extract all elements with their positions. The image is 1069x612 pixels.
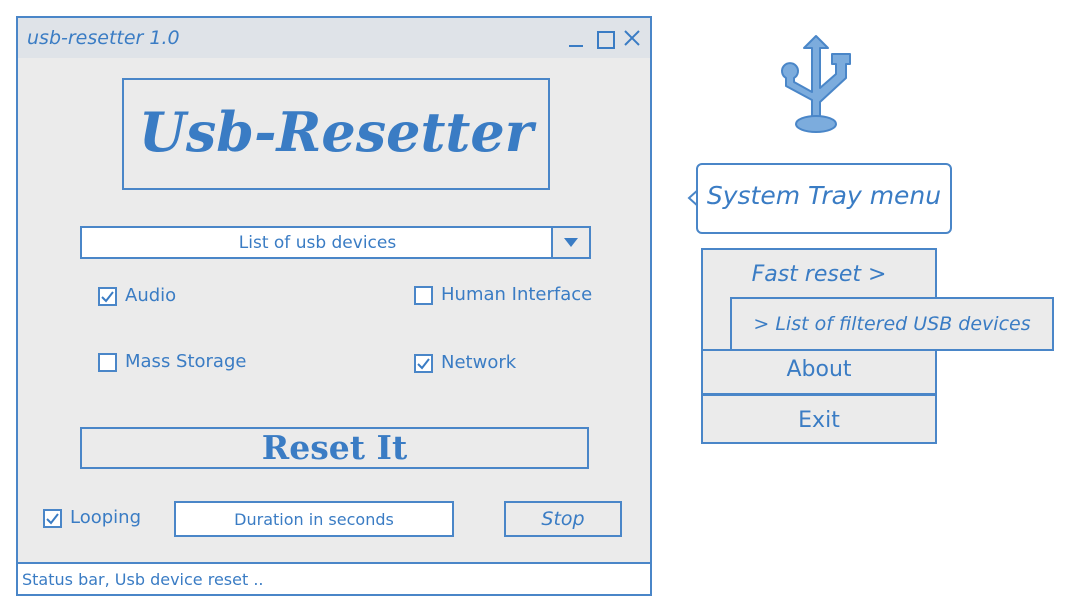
checkbox-human-interface[interactable]: Human Interface	[414, 284, 614, 306]
usb-device-dropdown[interactable]: List of usb devices	[80, 226, 591, 259]
duration-input[interactable]: Duration in seconds	[174, 501, 454, 537]
menu-item-exit[interactable]: Exit	[701, 394, 937, 444]
checkbox-label: Looping	[70, 507, 141, 528]
minimize-icon[interactable]	[564, 26, 588, 50]
chevron-down-icon[interactable]	[551, 228, 589, 257]
app-logo: Usb-Resetter	[122, 78, 550, 190]
checkbox-box[interactable]	[98, 287, 117, 306]
checkbox-label: Network	[441, 352, 517, 373]
duration-placeholder: Duration in seconds	[234, 510, 394, 529]
checkbox-label: Human Interface	[441, 284, 593, 305]
callout-text: System Tray menu	[706, 181, 942, 210]
reset-button[interactable]: Reset It	[80, 427, 589, 469]
checkbox-box[interactable]	[414, 286, 433, 305]
checkbox-box[interactable]	[414, 354, 433, 373]
app-window: usb-resetter 1.0 Usb-Resetter List of us…	[16, 16, 652, 596]
logo-text: Usb-Resetter	[138, 100, 534, 164]
menu-item-label: Fast reset >	[751, 262, 887, 287]
submenu-item-filtered-usb-devices[interactable]: > List of filtered USB devices	[730, 297, 1054, 351]
submenu-item-label: > List of filtered USB devices	[753, 313, 1031, 335]
close-icon[interactable]	[620, 26, 644, 50]
reset-button-label: Reset It	[261, 428, 408, 467]
checkbox-box[interactable]	[98, 353, 117, 372]
menu-item-label: Exit	[798, 408, 840, 433]
title-bar[interactable]: usb-resetter 1.0	[18, 18, 650, 58]
system-tray-callout: System Tray menu	[696, 163, 952, 234]
checkbox-mass-storage[interactable]: Mass Storage	[98, 351, 298, 373]
checkbox-audio[interactable]: Audio	[98, 285, 258, 307]
usb-icon[interactable]	[766, 34, 866, 136]
checkbox-label: Mass Storage	[125, 351, 247, 372]
menu-item-about[interactable]: About	[701, 349, 937, 395]
checkbox-box[interactable]	[43, 509, 62, 528]
checkbox-label: Audio	[125, 285, 177, 306]
status-bar: Status bar, Usb device reset ..	[18, 562, 650, 594]
window-title: usb-resetter 1.0	[27, 27, 180, 49]
stop-button[interactable]: Stop	[504, 501, 622, 537]
checkbox-network[interactable]: Network	[414, 352, 574, 374]
status-text: Status bar, Usb device reset ..	[22, 570, 264, 589]
maximize-icon[interactable]	[592, 26, 616, 50]
dropdown-selected-value: List of usb devices	[238, 233, 397, 253]
checkbox-looping[interactable]: Looping	[43, 507, 163, 529]
stop-button-label: Stop	[541, 508, 585, 530]
menu-item-label: About	[786, 357, 852, 382]
